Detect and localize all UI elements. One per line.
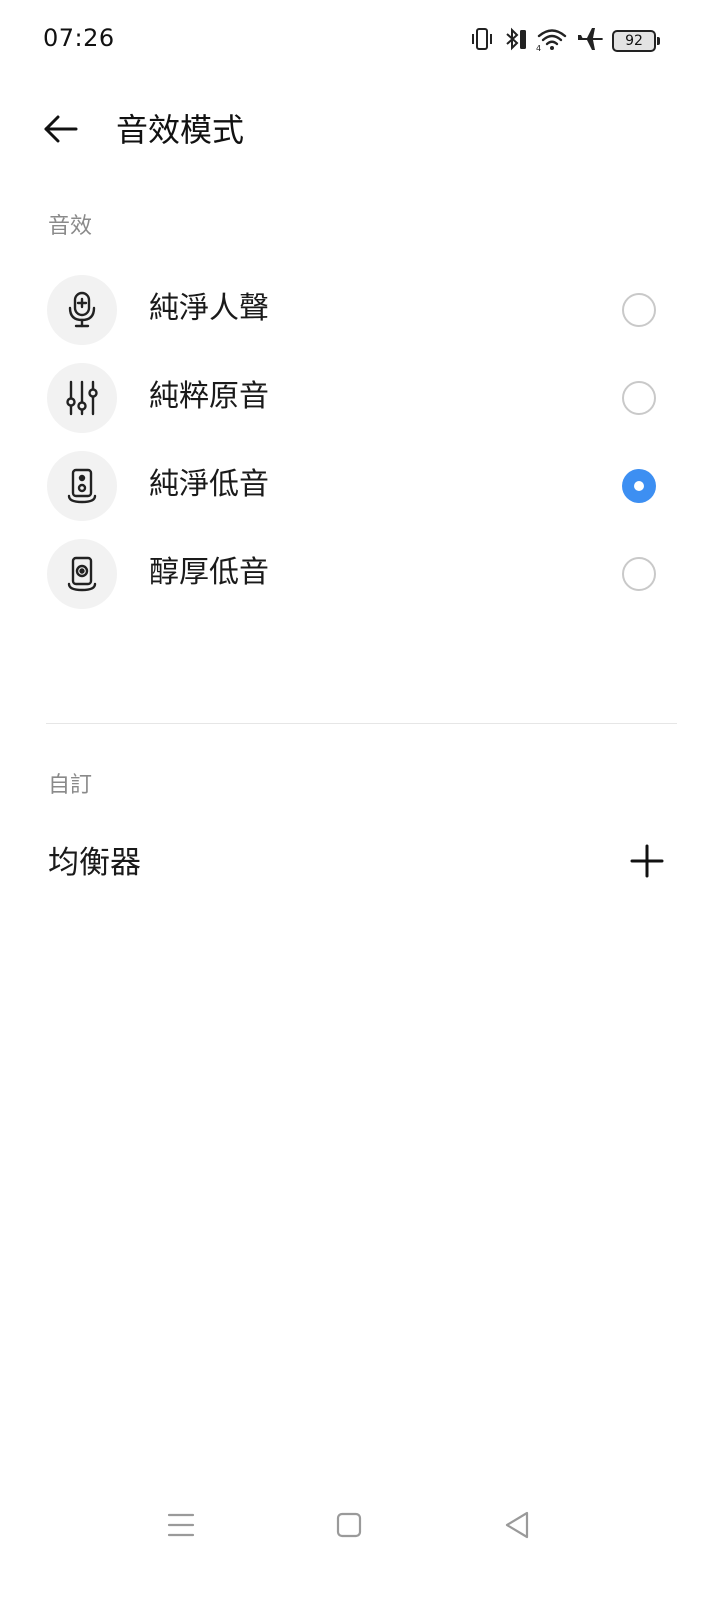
radio-pure-original[interactable] (622, 381, 656, 415)
radio-pure-vocal[interactable] (622, 293, 656, 327)
status-bar: 07:26 4 92 (0, 0, 720, 80)
battery-icon: 92 (612, 30, 660, 52)
section-divider (46, 723, 677, 724)
equalizer-row[interactable]: 均衡器 (0, 820, 720, 906)
speaker-icon (47, 451, 117, 521)
arrow-left-icon (43, 115, 79, 147)
vibrate-icon (470, 26, 494, 56)
effect-list: 純淨人聲 純粹原音 純淨低音 醇厚低音 (0, 265, 720, 617)
effect-label: 純淨人聲 (149, 291, 269, 326)
wifi-icon: 4 (536, 26, 568, 56)
navigation-bar (0, 1490, 720, 1560)
status-icons: 4 92 (470, 26, 660, 56)
airplane-icon (576, 26, 604, 56)
plus-icon (630, 844, 664, 882)
nav-menu-button[interactable] (158, 1504, 204, 1550)
menu-icon (167, 1512, 195, 1542)
nav-back-button[interactable] (494, 1504, 540, 1550)
back-button[interactable] (38, 108, 84, 154)
section-label-custom: 自訂 (48, 773, 93, 798)
nav-home-button[interactable] (326, 1504, 372, 1550)
home-square-icon (336, 1512, 362, 1542)
effect-item-pure-bass[interactable]: 純淨低音 (0, 441, 720, 529)
effect-label: 純粹原音 (149, 379, 269, 414)
status-time: 07:26 (43, 24, 115, 52)
effect-item-pure-vocal[interactable]: 純淨人聲 (0, 265, 720, 353)
radio-pure-bass[interactable] (622, 469, 656, 503)
svg-text:4: 4 (536, 44, 541, 52)
back-triangle-icon (503, 1511, 531, 1543)
section-label-effects: 音效 (48, 214, 93, 239)
equalizer-label: 均衡器 (48, 845, 141, 881)
add-equalizer-button[interactable] (626, 842, 668, 884)
battery-level: 92 (625, 33, 643, 49)
microphone-icon (47, 275, 117, 345)
speaker-round-icon (47, 539, 117, 609)
app-bar: 音效模式 (0, 90, 720, 170)
effect-label: 純淨低音 (149, 467, 269, 502)
effect-label: 醇厚低音 (149, 555, 269, 590)
effect-item-rich-bass[interactable]: 醇厚低音 (0, 529, 720, 617)
effect-item-pure-original[interactable]: 純粹原音 (0, 353, 720, 441)
page-title: 音效模式 (116, 111, 245, 149)
equalizer-sliders-icon (47, 363, 117, 433)
radio-rich-bass[interactable] (622, 557, 656, 591)
bluetooth-icon (502, 26, 528, 56)
